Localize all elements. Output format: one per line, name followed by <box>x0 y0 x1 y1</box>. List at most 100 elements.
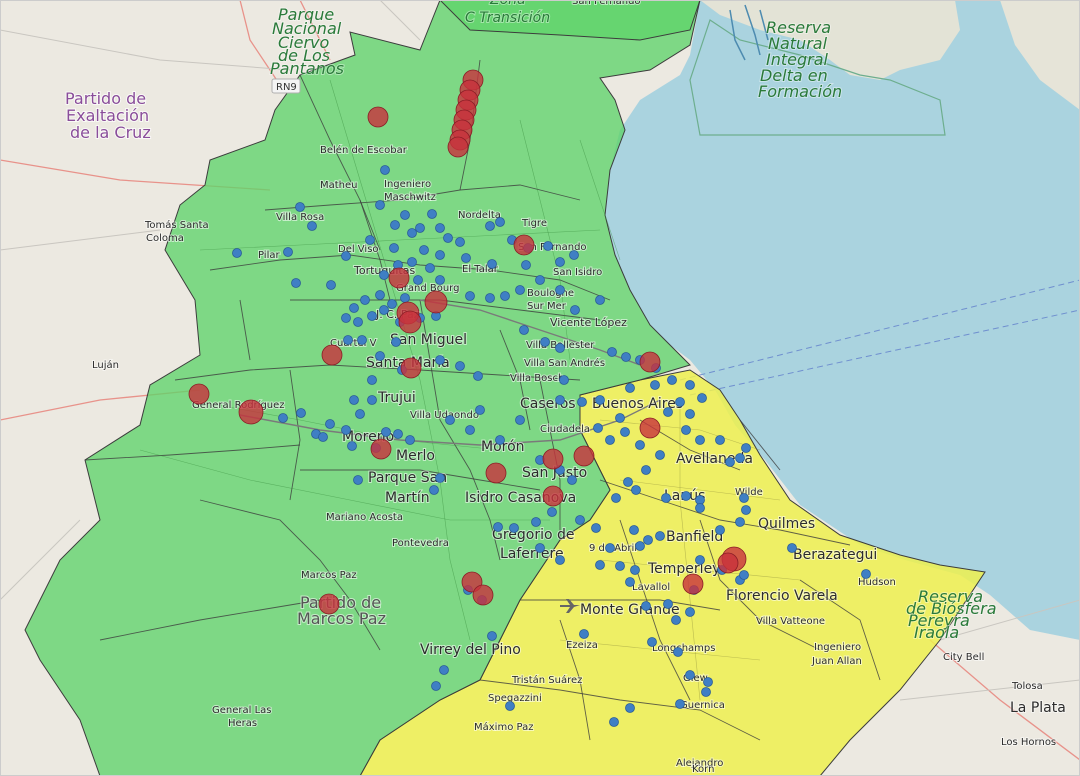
blue-marker[interactable] <box>390 220 400 230</box>
blue-marker[interactable] <box>570 305 580 315</box>
blue-marker[interactable] <box>625 577 635 587</box>
blue-marker[interactable] <box>555 285 565 295</box>
blue-marker[interactable] <box>555 395 565 405</box>
blue-marker[interactable] <box>569 250 579 260</box>
blue-marker[interactable] <box>343 335 353 345</box>
blue-marker[interactable] <box>623 477 633 487</box>
blue-marker[interactable] <box>663 407 673 417</box>
blue-marker[interactable] <box>703 677 713 687</box>
blue-marker[interactable] <box>283 247 293 257</box>
blue-marker[interactable] <box>435 223 445 233</box>
blue-marker[interactable] <box>465 425 475 435</box>
blue-marker[interactable] <box>455 361 465 371</box>
blue-marker[interactable] <box>605 435 615 445</box>
blue-marker[interactable] <box>697 393 707 403</box>
blue-marker[interactable] <box>641 601 651 611</box>
blue-marker[interactable] <box>685 670 695 680</box>
red-marker[interactable] <box>370 438 392 460</box>
blue-marker[interactable] <box>647 637 657 647</box>
blue-marker[interactable] <box>685 409 695 419</box>
blue-marker[interactable] <box>349 303 359 313</box>
blue-marker[interactable] <box>347 441 357 451</box>
blue-marker[interactable] <box>325 419 335 429</box>
blue-marker[interactable] <box>531 517 541 527</box>
blue-marker[interactable] <box>431 681 441 691</box>
blue-marker[interactable] <box>673 647 683 657</box>
blue-marker[interactable] <box>400 293 410 303</box>
blue-marker[interactable] <box>365 235 375 245</box>
blue-marker[interactable] <box>278 413 288 423</box>
blue-marker[interactable] <box>427 209 437 219</box>
blue-marker[interactable] <box>675 699 685 709</box>
blue-marker[interactable] <box>341 251 351 261</box>
blue-marker[interactable] <box>629 525 639 535</box>
blue-marker[interactable] <box>435 473 445 483</box>
blue-marker[interactable] <box>625 703 635 713</box>
blue-marker[interactable] <box>595 395 605 405</box>
blue-marker[interactable] <box>485 221 495 231</box>
red-marker[interactable] <box>639 417 661 439</box>
blue-marker[interactable] <box>379 270 389 280</box>
blue-marker[interactable] <box>341 425 351 435</box>
blue-marker[interactable] <box>445 415 455 425</box>
blue-marker[interactable] <box>695 503 705 513</box>
blue-marker[interactable] <box>495 217 505 227</box>
blue-marker[interactable] <box>353 475 363 485</box>
blue-marker[interactable] <box>787 543 797 553</box>
blue-marker[interactable] <box>341 313 351 323</box>
blue-marker[interactable] <box>375 200 385 210</box>
blue-marker[interactable] <box>577 397 587 407</box>
blue-marker[interactable] <box>307 221 317 231</box>
blue-marker[interactable] <box>555 555 565 565</box>
blue-marker[interactable] <box>475 405 485 415</box>
blue-marker[interactable] <box>367 375 377 385</box>
red-marker[interactable] <box>398 310 422 334</box>
blue-marker[interactable] <box>296 408 306 418</box>
blue-marker[interactable] <box>741 505 751 515</box>
red-marker[interactable] <box>447 136 469 158</box>
blue-marker[interactable] <box>487 259 497 269</box>
blue-marker[interactable] <box>695 555 705 565</box>
blue-marker[interactable] <box>579 629 589 639</box>
blue-marker[interactable] <box>439 665 449 675</box>
blue-marker[interactable] <box>611 493 621 503</box>
red-marker[interactable] <box>318 593 340 615</box>
blue-marker[interactable] <box>521 260 531 270</box>
blue-marker[interactable] <box>725 457 735 467</box>
blue-marker[interactable] <box>543 241 553 251</box>
red-marker[interactable] <box>321 344 343 366</box>
blue-marker[interactable] <box>609 717 619 727</box>
blue-marker[interactable] <box>435 275 445 285</box>
blue-marker[interactable] <box>291 278 301 288</box>
blue-marker[interactable] <box>295 202 305 212</box>
blue-marker[interactable] <box>555 257 565 267</box>
blue-marker[interactable] <box>515 415 525 425</box>
red-marker[interactable] <box>367 106 389 128</box>
blue-marker[interactable] <box>615 413 625 423</box>
blue-marker[interactable] <box>635 541 645 551</box>
red-marker[interactable] <box>400 357 422 379</box>
blue-marker[interactable] <box>387 299 397 309</box>
blue-marker[interactable] <box>861 569 871 579</box>
blue-marker[interactable] <box>671 615 681 625</box>
blue-marker[interactable] <box>681 491 691 501</box>
red-marker[interactable] <box>542 485 564 507</box>
blue-marker[interactable] <box>739 493 749 503</box>
blue-marker[interactable] <box>567 475 577 485</box>
blue-marker[interactable] <box>407 228 417 238</box>
red-marker[interactable] <box>485 462 507 484</box>
blue-marker[interactable] <box>675 397 685 407</box>
red-marker[interactable] <box>573 445 595 467</box>
blue-marker[interactable] <box>357 335 367 345</box>
red-marker[interactable] <box>639 351 661 373</box>
red-marker[interactable] <box>188 383 210 405</box>
blue-marker[interactable] <box>535 543 545 553</box>
blue-marker[interactable] <box>367 311 377 321</box>
blue-marker[interactable] <box>655 450 665 460</box>
blue-marker[interactable] <box>500 291 510 301</box>
blue-marker[interactable] <box>318 432 328 442</box>
blue-marker[interactable] <box>555 343 565 353</box>
blue-marker[interactable] <box>735 453 745 463</box>
red-marker[interactable] <box>472 584 494 606</box>
blue-marker[interactable] <box>641 465 651 475</box>
